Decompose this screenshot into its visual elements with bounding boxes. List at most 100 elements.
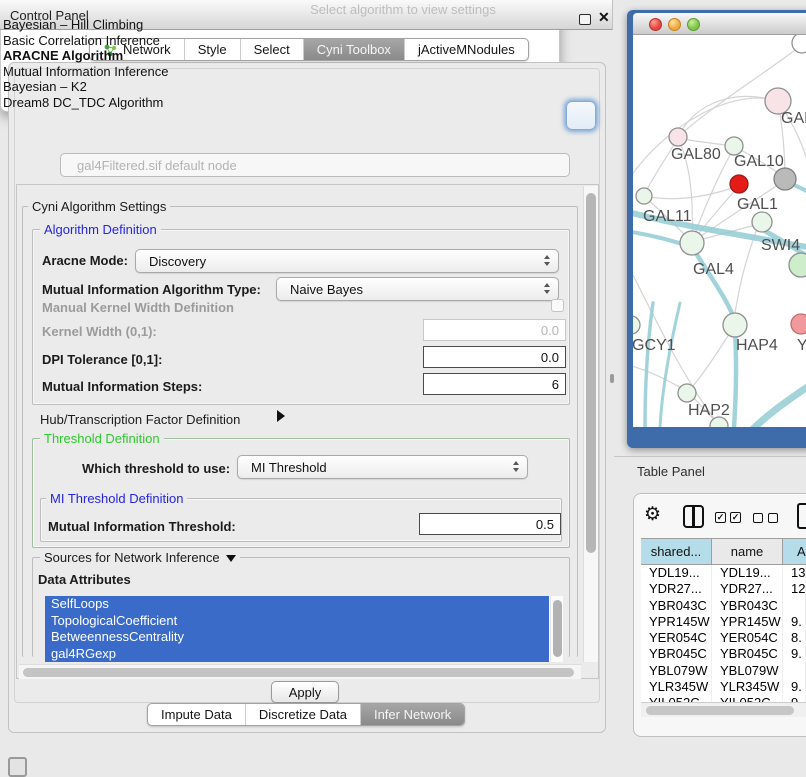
deselect-all-checkbox-icon[interactable]: [753, 513, 763, 523]
column-header-name[interactable]: name: [712, 538, 783, 565]
cell-name: YPR145W: [712, 614, 783, 630]
cell-value: 9.: [783, 614, 806, 630]
mi-threshold-label: Mutual Information Threshold:: [48, 519, 236, 534]
cell-name: YBL079W: [712, 663, 783, 679]
list-item[interactable]: TopologicalCoefficient: [45, 613, 549, 630]
node-hap2[interactable]: [678, 384, 696, 402]
table-row[interactable]: YBR045C YBR045C 9.: [641, 646, 806, 662]
node-label: Y: [797, 337, 806, 354]
kernel-width-label: Kernel Width (0,1):: [42, 324, 157, 339]
bottom-tabbar: Impute Data Discretize Data Infer Networ…: [147, 703, 465, 726]
cell-value: [783, 598, 806, 614]
algorithm-option[interactable]: Bayesian – Hill Climbing: [3, 17, 553, 33]
dpi-tolerance-field[interactable]: 0.0: [423, 346, 566, 368]
table-row[interactable]: YIL052C YIL052C 9.: [641, 695, 806, 702]
cell-value: 13: [783, 565, 806, 581]
algorithm-definition-title: Algorithm Definition: [40, 222, 161, 237]
node-label: GAL11: [643, 208, 692, 225]
list-item[interactable]: SelfLoops: [45, 596, 549, 613]
table-panel-divider: [614, 456, 806, 457]
manual-kernel-label: Manual Kernel Width Definition: [42, 300, 234, 315]
node-gal11[interactable]: [636, 188, 652, 204]
minimize-traffic-light-icon[interactable]: [668, 18, 681, 31]
table-row[interactable]: YBL079W YBL079W: [641, 663, 806, 679]
network-canvas[interactable]: GAL GAL80 GAL10 GAL1 GAL11 SWI4 GAL4 GCY…: [633, 35, 806, 427]
node-salmon[interactable]: [791, 314, 806, 334]
table-scrollbar-thumb[interactable]: [646, 706, 794, 715]
column-header-shared[interactable]: shared...: [641, 538, 712, 565]
panel-splitter-handle[interactable]: [610, 374, 614, 383]
select-all-checkbox-icon[interactable]: ✓: [715, 512, 726, 523]
panel-dock-icon[interactable]: [8, 757, 27, 777]
mi-steps-field[interactable]: 6: [423, 373, 566, 395]
gear-icon[interactable]: ⚙: [644, 504, 661, 526]
node-label: GAL10: [734, 153, 784, 170]
column-header-partial[interactable]: A: [783, 538, 806, 565]
cell-name: YER054C: [712, 630, 783, 646]
algorithm-option-selected[interactable]: ARACNE Algorithm: [3, 48, 553, 64]
table-body[interactable]: YDL19... YDL19... 13 YDR27... YDR27... 1…: [641, 565, 806, 702]
hub-definition-expander-label[interactable]: Hub/Transcription Factor Definition: [40, 412, 240, 427]
algorithm-option[interactable]: Bayesian – K2: [3, 79, 553, 95]
document-icon[interactable]: [797, 503, 806, 529]
algorithm-option[interactable]: Mutual Information Inference: [3, 64, 553, 80]
algorithm-option[interactable]: Dream8 DC_TDC Algorithm: [3, 95, 553, 111]
which-threshold-combo[interactable]: MI Threshold: [237, 455, 528, 479]
algorithm-dropdown-popup: Select algorithm to view settings Bayesi…: [0, 0, 560, 112]
node-gal1[interactable]: [752, 212, 772, 232]
data-attributes-list[interactable]: SelfLoops TopologicalCoefficient Between…: [45, 596, 563, 662]
apply-button[interactable]: Apply: [271, 681, 339, 703]
cell-value: [783, 663, 806, 679]
table-row[interactable]: YER054C YER054C 8.: [641, 630, 806, 646]
threshold-definition-title: Threshold Definition: [40, 431, 164, 446]
kernel-width-field[interactable]: 0.0: [423, 319, 566, 341]
vertical-scrollbar-thumb[interactable]: [586, 193, 596, 553]
table-row[interactable]: YDR27... YDR27... 12: [641, 581, 806, 597]
mi-threshold-field[interactable]: 0.5: [419, 513, 561, 535]
mi-type-combo[interactable]: Naive Bayes: [276, 277, 559, 301]
cell-shared: YBR043C: [641, 598, 712, 614]
horizontal-scrollbar-thumb[interactable]: [23, 668, 574, 677]
node-gal80[interactable]: [669, 128, 687, 146]
table-row[interactable]: YDL19... YDL19... 13: [641, 565, 806, 581]
network-window-titlebar[interactable]: [633, 13, 806, 35]
node-gcy1[interactable]: [633, 316, 640, 334]
select-all-checkbox-icon[interactable]: ✓: [730, 512, 741, 523]
node-gray[interactable]: [774, 168, 796, 190]
list-item[interactable]: BetweennessCentrality: [45, 629, 549, 646]
settings-vertical-scrollbar[interactable]: [583, 186, 598, 662]
cell-value: 8.: [783, 630, 806, 646]
cell-shared: YDL19...: [641, 565, 712, 581]
table-row[interactable]: YBR043C YBR043C: [641, 598, 806, 614]
algorithm-option[interactable]: Basic Correlation Inference: [3, 33, 553, 49]
network-graph[interactable]: GAL GAL80 GAL10 GAL1 GAL11 SWI4 GAL4 GCY…: [633, 35, 806, 427]
collapse-arrow-icon[interactable]: [226, 555, 236, 562]
aracne-mode-combo[interactable]: Discovery: [135, 249, 559, 273]
node-red[interactable]: [730, 175, 748, 193]
tab-infer-network-label: Infer Network: [374, 707, 451, 722]
node-hap4[interactable]: [723, 313, 747, 337]
network-view-window[interactable]: GAL GAL80 GAL10 GAL1 GAL11 SWI4 GAL4 GCY…: [627, 10, 806, 448]
table-row[interactable]: YPR145W YPR145W 9.: [641, 614, 806, 630]
list-scrollbar-thumb[interactable]: [553, 600, 562, 657]
node-gal4[interactable]: [680, 231, 704, 255]
tab-impute-data[interactable]: Impute Data: [148, 704, 246, 725]
list-scrollbar[interactable]: [550, 596, 563, 662]
algorithm-combo-fragment[interactable]: [566, 101, 596, 130]
table-data-combo[interactable]: gal4Filtered.sif default node: [60, 153, 570, 177]
table-row[interactable]: YLR345W YLR345W 9.: [641, 679, 806, 695]
manual-kernel-checkbox[interactable]: [551, 299, 564, 312]
deselect-all-checkbox-icon[interactable]: [768, 513, 778, 523]
node-swi4[interactable]: [789, 253, 806, 277]
table-horizontal-scrollbar[interactable]: [641, 702, 806, 717]
list-item[interactable]: gal4RGexp: [45, 646, 549, 663]
mi-threshold-group-title: MI Threshold Definition: [46, 491, 187, 506]
tab-infer-network[interactable]: Infer Network: [361, 704, 464, 725]
split-view-icon[interactable]: [683, 505, 704, 528]
expander-arrow-icon[interactable]: [277, 410, 285, 422]
tab-discretize-data[interactable]: Discretize Data: [246, 704, 361, 725]
cell-value: 12: [783, 581, 806, 597]
close-traffic-light-icon[interactable]: [649, 18, 662, 31]
settings-horizontal-scrollbar[interactable]: [19, 664, 581, 679]
zoom-traffic-light-icon[interactable]: [687, 18, 700, 31]
